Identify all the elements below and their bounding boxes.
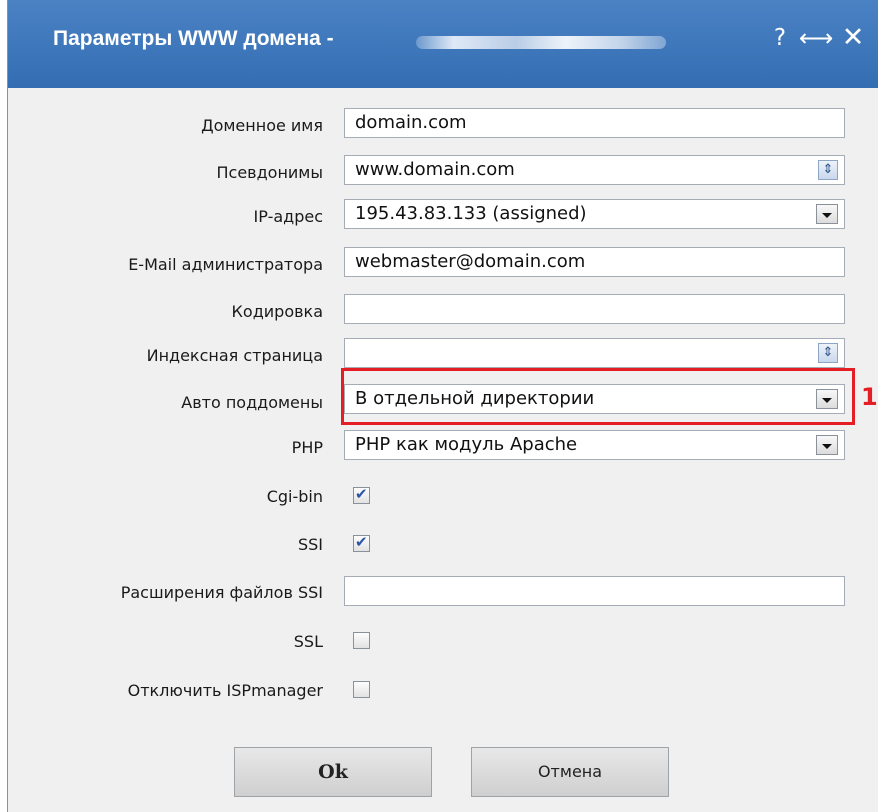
admin-email-label: E-Mail администратора (128, 255, 323, 274)
aliases-label: Псевдонимы (216, 163, 323, 182)
ok-button[interactable]: Ok (234, 747, 432, 797)
php-select[interactable]: PHP как модуль Apache (344, 430, 845, 460)
ssi-extensions-label: Расширения файлов SSI (120, 583, 323, 602)
ip-address-select[interactable]: 195.43.83.133 (assigned) (344, 199, 845, 229)
redacted-domain-name (416, 36, 666, 49)
index-page-expand-icon[interactable]: ⇕ (818, 343, 838, 363)
aliases-value: www.domain.com (355, 159, 515, 180)
auto-subdomains-label: Авто поддомены (181, 393, 323, 412)
ssl-label: SSL (293, 632, 323, 651)
admin-email-input[interactable]: webmaster@domain.com (344, 247, 845, 277)
domain-name-input[interactable]: domain.com (344, 108, 845, 138)
close-icon[interactable]: ✕ (838, 20, 868, 56)
cgi-bin-label: Cgi-bin (266, 487, 323, 506)
domain-settings-dialog: Параметры WWW домена - ? ⟷ ✕ Доменное им… (7, 0, 878, 812)
cancel-button[interactable]: Отмена (471, 747, 669, 797)
disable-ispmanager-label: Отключить ISPmanager (127, 681, 323, 700)
disable-ispmanager-checkbox[interactable] (353, 681, 370, 698)
auto-subdomains-value: В отдельной директории (355, 388, 595, 409)
ip-address-value: 195.43.83.133 (assigned) (355, 203, 587, 224)
admin-email-value: webmaster@domain.com (355, 251, 586, 272)
ip-address-label: IP-адрес (253, 207, 323, 226)
ssl-checkbox[interactable] (353, 632, 370, 649)
encoding-input[interactable] (344, 294, 845, 324)
ssi-label: SSI (297, 535, 323, 554)
chevron-down-icon[interactable] (816, 204, 838, 224)
ssi-extensions-input[interactable] (344, 576, 845, 606)
domain-name-label: Доменное имя (201, 116, 323, 135)
php-label: PHP (291, 438, 323, 457)
domain-name-value: domain.com (355, 112, 467, 133)
dialog-titlebar: Параметры WWW домена - ? ⟷ ✕ (8, 0, 878, 88)
maximize-icon[interactable]: ⟷ (799, 20, 833, 56)
aliases-input[interactable]: www.domain.com ⇕ (344, 155, 845, 185)
checkmark-icon: ✔ (355, 533, 368, 551)
chevron-down-icon[interactable] (816, 435, 838, 455)
help-icon[interactable]: ? (765, 20, 795, 56)
index-page-label: Индексная страница (146, 346, 323, 365)
aliases-expand-icon[interactable]: ⇕ (818, 160, 838, 180)
cgi-bin-checkbox[interactable]: ✔ (353, 485, 370, 504)
ssi-checkbox[interactable]: ✔ (353, 533, 370, 552)
encoding-label: Кодировка (231, 302, 323, 321)
checkmark-icon: ✔ (355, 485, 368, 503)
dialog-title: Параметры WWW домена - (53, 27, 334, 50)
auto-subdomains-select[interactable]: В отдельной директории (344, 384, 845, 414)
annotation-number: 1 (861, 383, 878, 411)
php-value: PHP как модуль Apache (355, 434, 578, 455)
chevron-down-icon[interactable] (816, 389, 838, 409)
index-page-input[interactable]: ⇕ (344, 338, 845, 368)
